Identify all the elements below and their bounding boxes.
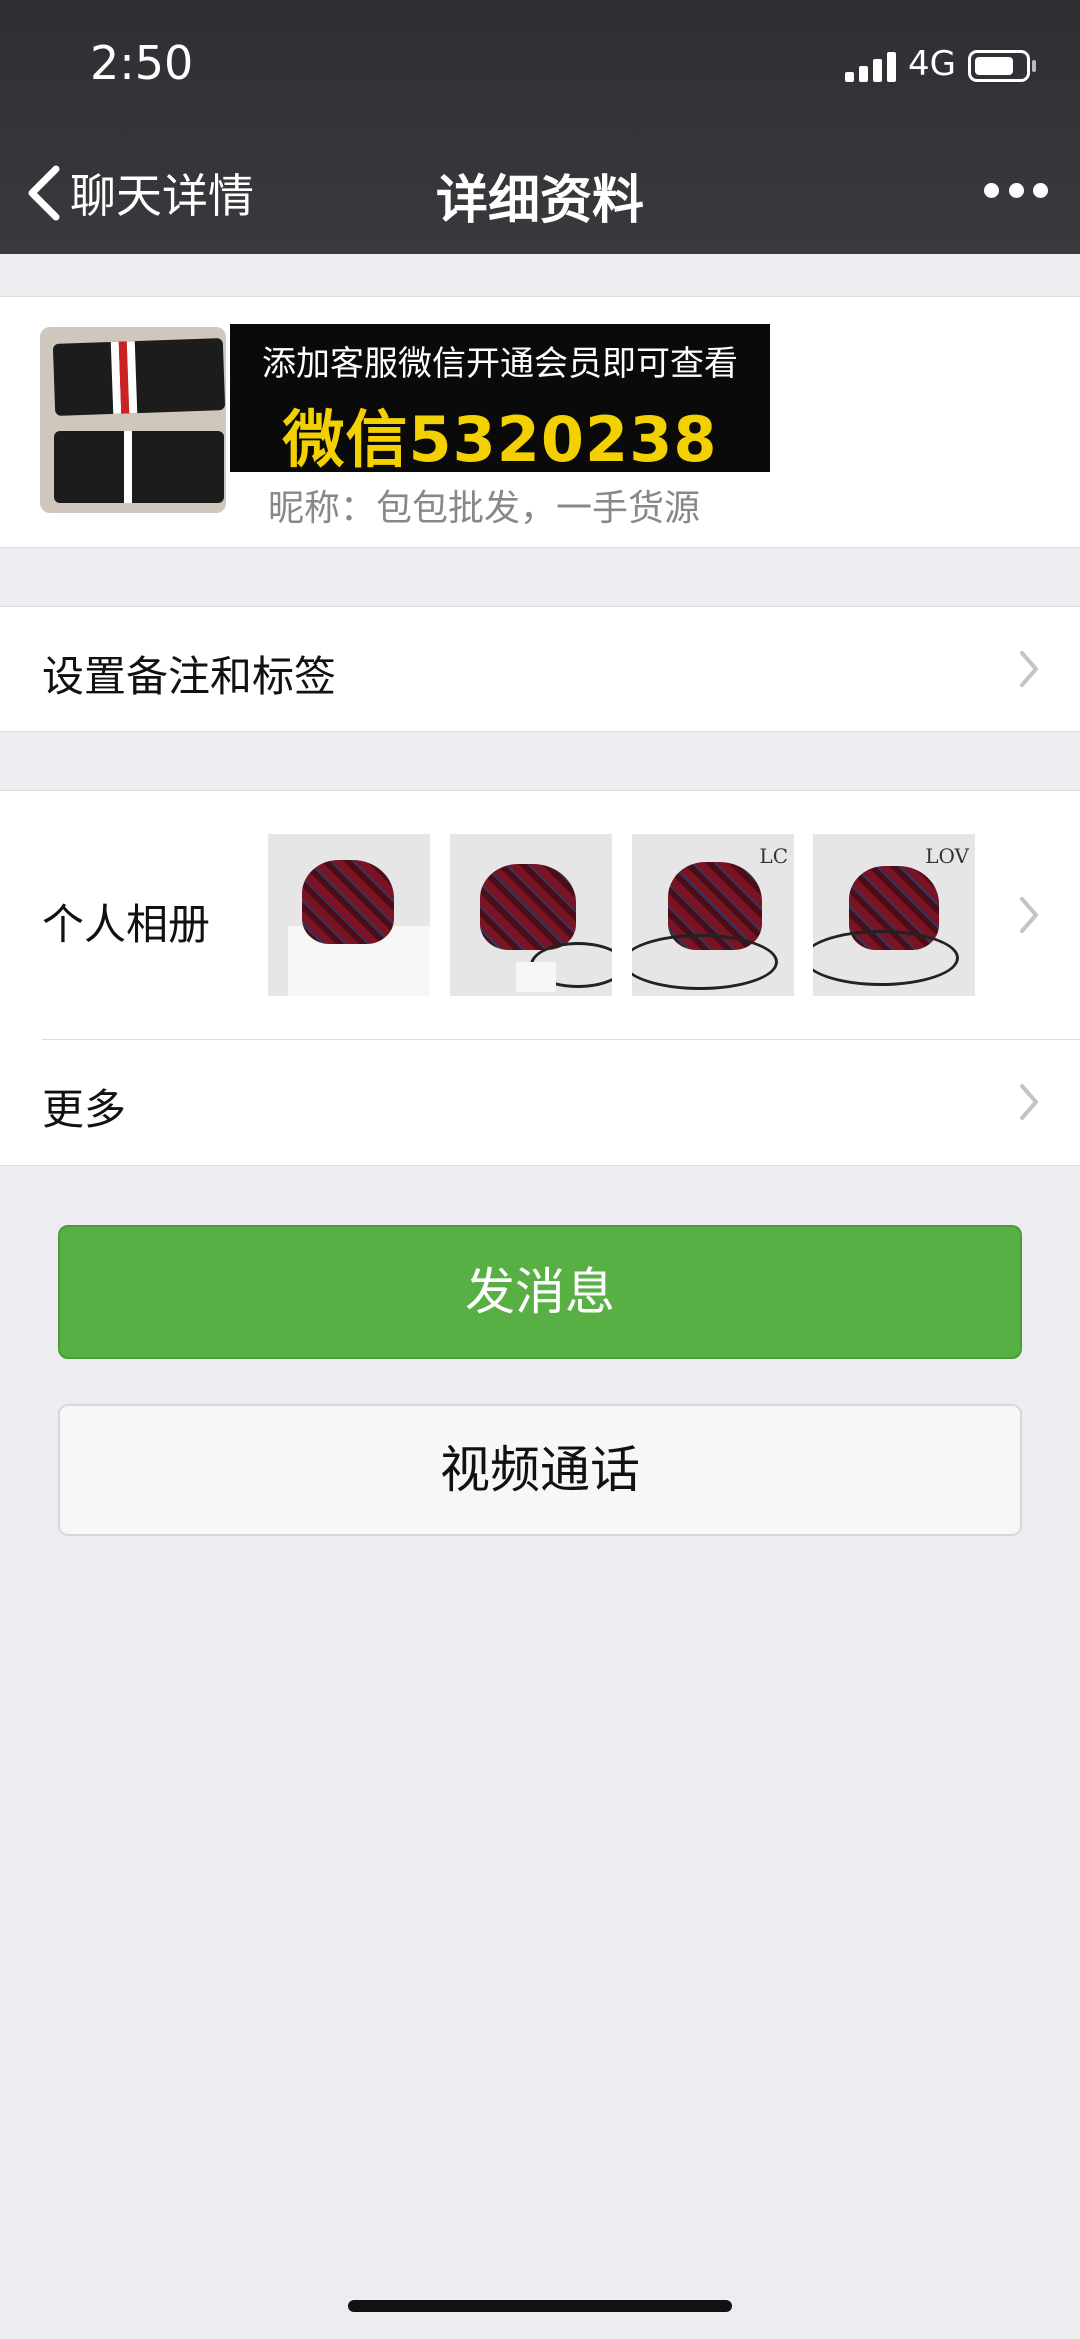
more-icon[interactable] bbox=[984, 180, 1048, 200]
bag-image bbox=[302, 860, 394, 944]
album-label: 个人相册 bbox=[42, 900, 211, 949]
banner-line2: 微信5320238 bbox=[282, 403, 718, 476]
top-bar: 2:50 4G 聊天详情 详细资料 bbox=[0, 0, 1080, 254]
chevron-right-icon bbox=[1020, 1084, 1038, 1120]
bag-image bbox=[480, 864, 576, 950]
remark-label: 设置备注和标签 bbox=[42, 652, 337, 701]
signal-icon bbox=[845, 52, 897, 82]
album-thumbnail[interactable]: LOV bbox=[813, 834, 975, 996]
banner-line1: 添加客服微信开通会员即可查看 bbox=[262, 344, 738, 384]
page-title: 详细资料 bbox=[435, 171, 644, 231]
chevron-right-icon bbox=[1020, 897, 1038, 933]
album-thumbnail[interactable]: LC bbox=[632, 834, 794, 996]
home-indicator[interactable] bbox=[348, 2300, 732, 2312]
brand-text: LC bbox=[759, 844, 788, 868]
more-row[interactable]: 更多 bbox=[0, 1040, 1080, 1165]
status-time: 2:50 bbox=[90, 36, 194, 90]
avatar-wallet-bottom bbox=[54, 431, 224, 503]
avatar-wallet-top bbox=[52, 338, 226, 416]
video-call-button[interactable]: 视频通话 bbox=[58, 1404, 1022, 1536]
avatar[interactable] bbox=[40, 327, 226, 513]
remark-row[interactable]: 设置备注和标签 bbox=[0, 606, 1080, 732]
chevron-right-icon bbox=[1020, 651, 1038, 687]
album-thumbnail[interactable] bbox=[268, 834, 430, 996]
nickname: 昵称：包包批发，一手货源 bbox=[268, 488, 701, 529]
send-message-button[interactable]: 发消息 bbox=[58, 1225, 1022, 1359]
promo-banner: 添加客服微信开通会员即可查看 微信5320238 bbox=[230, 324, 770, 476]
album-thumbnail[interactable] bbox=[450, 834, 612, 996]
more-label: 更多 bbox=[42, 1085, 127, 1134]
battery-cap bbox=[1032, 60, 1036, 72]
battery-icon bbox=[968, 50, 1030, 82]
brand-text: LOV bbox=[925, 844, 969, 868]
network-type: 4G bbox=[908, 44, 956, 84]
